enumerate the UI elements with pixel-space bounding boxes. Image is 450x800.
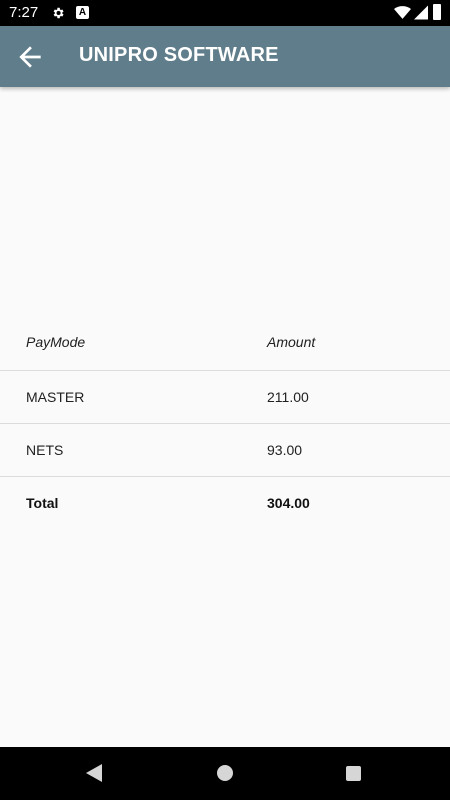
amount-cell: 211.00 [267,389,309,405]
table-row: NETS 93.00 [0,424,450,477]
battery-icon [433,4,441,20]
page-title: UNIPRO SOFTWARE [79,44,279,66]
app-bar: UNIPRO SOFTWARE [0,26,450,87]
gear-icon [53,7,64,19]
status-time: 7:27 [9,4,39,21]
back-arrow-icon[interactable] [14,41,46,73]
recents-square-icon[interactable] [346,766,361,781]
paymode-table: PayMode Amount MASTER 211.00 NETS 93.00 … [0,313,450,529]
table-row: MASTER 211.00 [0,371,450,424]
table-header-row: PayMode Amount [0,313,450,371]
paymode-cell: MASTER [26,389,85,405]
total-amount: 304.00 [267,495,310,511]
amount-cell: 93.00 [267,442,303,458]
paymode-cell: NETS [26,442,64,458]
header-paymode: PayMode [26,333,86,350]
table-total-row: Total 304.00 [0,477,450,529]
navigation-bar [0,747,450,800]
status-bar: 7:27 A [0,0,450,26]
signal-icon [414,5,428,20]
a-badge-icon: A [76,6,89,19]
header-amount: Amount [267,333,316,350]
total-label: Total [26,495,59,511]
wifi-icon [394,6,411,19]
home-circle-icon[interactable] [217,765,233,781]
back-triangle-icon[interactable] [86,764,102,782]
